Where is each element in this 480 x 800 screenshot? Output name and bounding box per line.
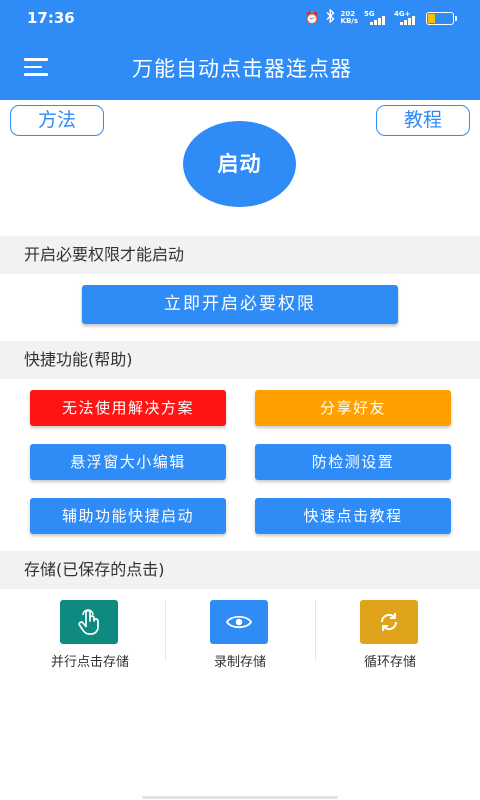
app-screen: 17:36 ⏰ 202 KB/s 5G 4G+ 万能自动点击器连点器 方法 教程… [0,0,480,800]
hero-area: 方法 教程 启动 [0,100,480,236]
home-indicator[interactable] [142,796,338,799]
loop-arrows-icon [360,600,418,644]
storage-row: 并行点击存储 录制存储 循环存储 [0,590,480,680]
storage-section-header: 存储(已保存的点击) [0,551,480,589]
app-bar: 万能自动点击器连点器 [0,36,480,100]
quick-section-header: 快捷功能(帮助) [0,341,480,379]
quick-click-tutorial-button[interactable]: 快速点击教程 [255,498,451,534]
record-storage[interactable]: 录制存储 [165,590,315,680]
signal-4g: 4G+ [394,10,418,26]
enable-permissions-button[interactable]: 立即开启必要权限 [82,285,398,324]
anti-detection-settings-button[interactable]: 防检测设置 [255,444,451,480]
signal-bars-icon [370,16,385,25]
status-icons: ⏰ 202 KB/s 5G 4G+ [304,8,457,27]
battery-icon [426,11,457,25]
battery-fill [428,13,435,23]
signal-bars-icon [400,16,415,25]
permission-section-header: 开启必要权限才能启动 [0,236,480,274]
troubleshoot-button[interactable]: 无法使用解决方案 [30,390,226,426]
parallel-click-storage[interactable]: 并行点击存储 [15,590,165,680]
bluetooth-icon [326,8,335,27]
signal-5g: 5G [364,10,388,26]
network-speed-unit: KB/s [340,17,358,25]
top-bar: 17:36 ⏰ 202 KB/s 5G 4G+ 万能自动点击器连点器 [0,0,480,100]
record-storage-label: 录制存储 [213,655,266,670]
method-button[interactable]: 方法 [10,105,104,136]
eye-record-icon [210,600,268,644]
float-window-size-button[interactable]: 悬浮窗大小编辑 [30,444,226,480]
loop-storage[interactable]: 循环存储 [315,590,465,680]
touch-hand-icon [60,600,118,644]
alarm-clock-icon: ⏰ [304,11,320,25]
app-title: 万能自动点击器连点器 [132,57,352,81]
loop-storage-label: 循环存储 [363,655,416,670]
parallel-click-storage-label: 并行点击存储 [50,655,129,670]
tutorial-button[interactable]: 教程 [376,105,470,136]
share-friends-button[interactable]: 分享好友 [255,390,451,426]
status-bar: 17:36 ⏰ 202 KB/s 5G 4G+ [0,0,480,36]
status-time: 17:36 [27,9,75,27]
network-speed: 202 KB/s [341,11,358,25]
accessibility-shortcut-button[interactable]: 辅助功能快捷启动 [30,498,226,534]
start-button[interactable]: 启动 [183,121,296,207]
